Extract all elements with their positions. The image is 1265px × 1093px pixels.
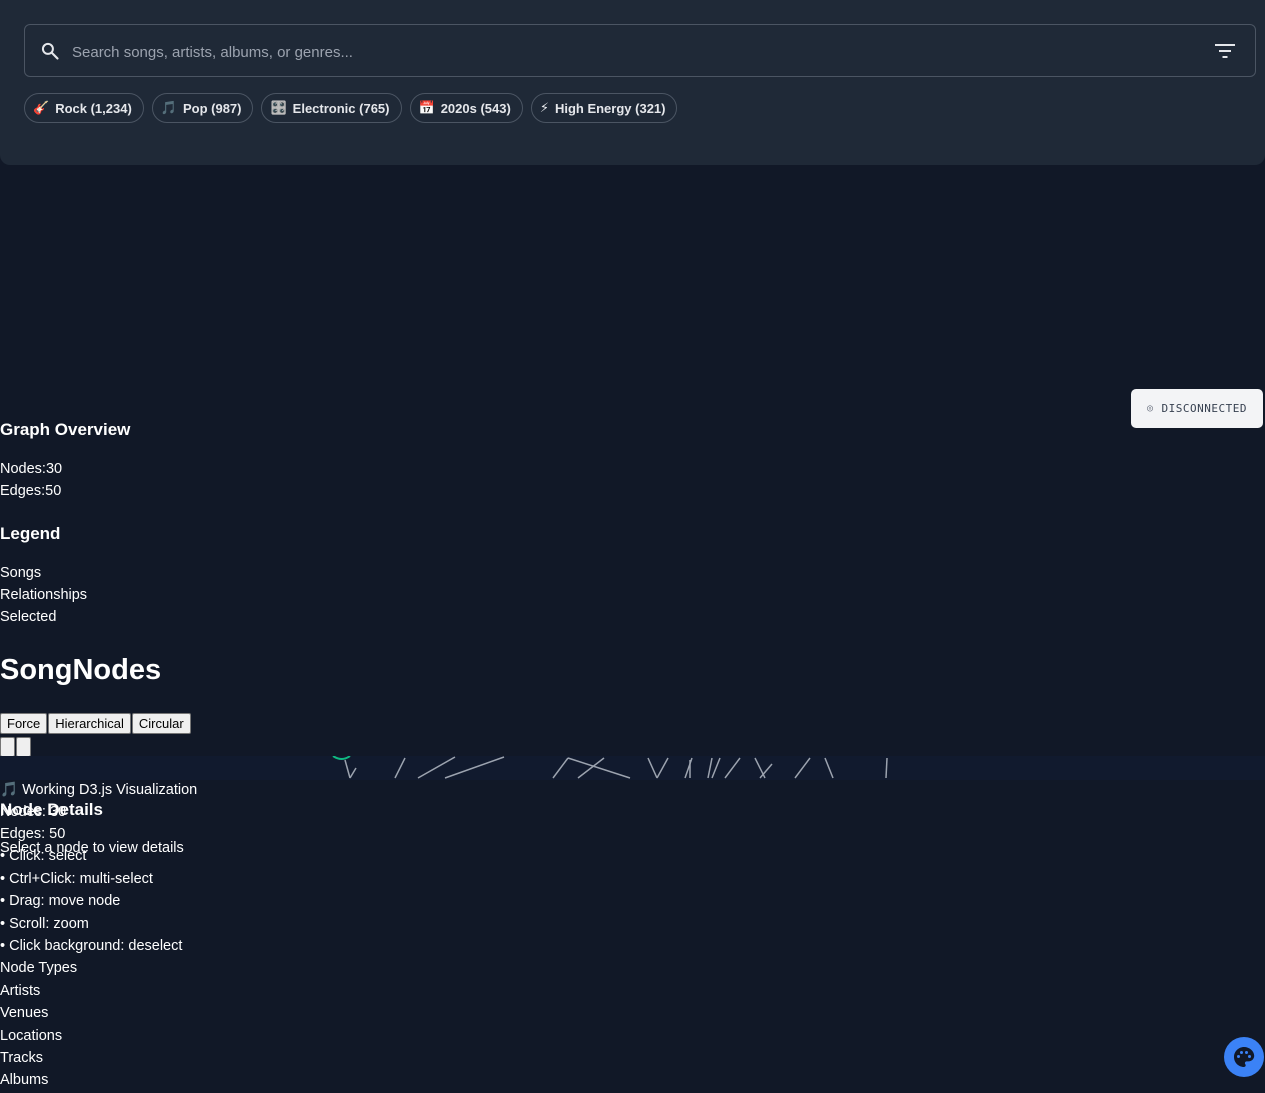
status-label: DISCONNECTED [1161, 402, 1247, 415]
node-type-venues: Venues [0, 1005, 49, 1021]
node-type-tracks: Tracks [0, 1050, 43, 1066]
status-dot-icon: ◎ [1146, 403, 1154, 414]
chip-label: 2020s (543) [440, 100, 511, 116]
search-icon [41, 42, 59, 60]
connection-status-badge: ◎ DISCONNECTED [1131, 389, 1263, 428]
chip-electronic[interactable]: 🎛️ Electronic (765) [261, 93, 402, 123]
quick-filter-chips: 🎸 Rock (1,234) 🎵 Pop (987) 🎛️ Electronic… [24, 93, 678, 123]
filter-icon[interactable] [1214, 43, 1236, 59]
lightning-icon: ⚡ [539, 100, 549, 115]
control-knobs-icon: 🎛️ [270, 100, 287, 115]
hint-scroll: • Scroll: zoom [0, 916, 89, 932]
graph-background[interactable] [0, 756, 1265, 780]
search-input[interactable] [70, 37, 1194, 67]
hint-drag: • Drag: move node [0, 893, 121, 909]
app-title: SongNodes [0, 654, 162, 686]
nodes-label: Nodes: [0, 461, 46, 477]
node-type-albums: Albums [0, 1072, 49, 1088]
layout-hierarchical-button[interactable]: Hierarchical [48, 713, 131, 734]
viz-nodes-count: Nodes: 30 [0, 804, 67, 820]
graph-overview-title: Graph Overview [0, 420, 131, 439]
legend-item-selected: Selected [0, 609, 57, 625]
chip-label: Rock (1,234) [55, 100, 132, 116]
graph-canvas[interactable] [0, 756, 1265, 780]
chip-label: Electronic (765) [292, 100, 390, 116]
guitar-icon: 🎸 [33, 100, 50, 115]
theme-palette-button[interactable] [1224, 1037, 1264, 1077]
node-types-title: Node Types [0, 960, 78, 976]
nodes-count: Nodes:30 [0, 461, 62, 477]
search-box[interactable] [24, 24, 1256, 77]
layout-circular-button[interactable]: Circular [131, 713, 191, 734]
chip-2020s[interactable]: 📅 2020s (543) [409, 93, 523, 123]
chip-label: High Energy (321) [554, 100, 666, 116]
hint-click: • Click: select [0, 848, 87, 864]
music-note-icon: 🎵 [160, 100, 177, 115]
legend-item-relationships: Relationships [0, 587, 88, 603]
palette-icon [1234, 1047, 1255, 1067]
chip-label: Pop (987) [182, 100, 242, 116]
calendar-icon: 📅 [418, 100, 435, 115]
zoom-buttons [0, 737, 31, 757]
chip-rock[interactable]: 🎸 Rock (1,234) [24, 93, 144, 123]
search-panel: 🎸 Rock (1,234) 🎵 Pop (987) 🎛️ Electronic… [0, 0, 1265, 165]
nodes-value: 30 [45, 461, 63, 477]
node-type-artists: Artists [0, 983, 41, 999]
viz-title: 🎵 Working D3.js Visualization [0, 782, 198, 798]
hint-click-background: • Click background: deselect [0, 938, 183, 954]
chip-pop[interactable]: 🎵 Pop (987) [151, 93, 254, 123]
chip-high-energy[interactable]: ⚡ High Energy (321) [530, 93, 678, 123]
layout-buttons: Force Hierarchical Circular [0, 713, 191, 734]
hint-ctrl-click: • Ctrl+Click: multi-select [0, 871, 153, 887]
zoom-in-button[interactable] [0, 737, 15, 757]
layout-force-button[interactable]: Force [0, 713, 48, 734]
legend-title: Legend [0, 524, 61, 543]
edges-value: 50 [45, 483, 62, 499]
zoom-out-button[interactable] [16, 737, 31, 757]
graph-edge [885, 757, 888, 779]
legend-item-songs: Songs [0, 565, 42, 581]
node-type-locations: Locations [0, 1028, 63, 1044]
edges-label: Edges: [0, 483, 46, 499]
edges-count: Edges:50 [0, 483, 61, 499]
